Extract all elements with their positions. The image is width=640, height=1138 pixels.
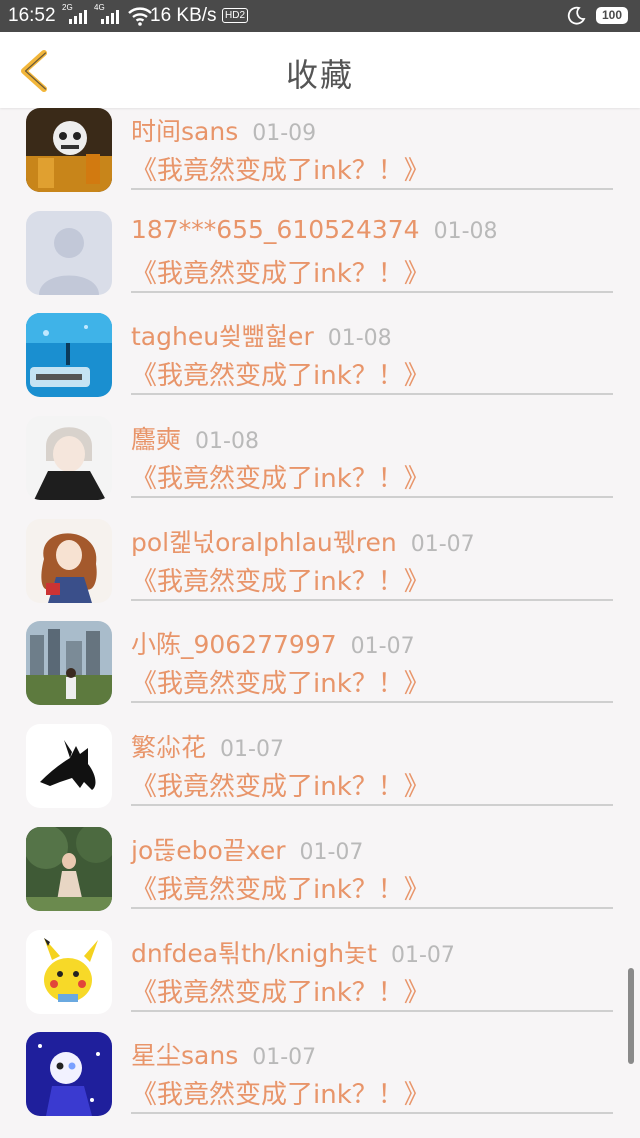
book-title-link[interactable]: 《我竟然变成了ink？！》 — [131, 972, 430, 1009]
list-item[interactable]: 小陈_906277997 01-07 《我竟然变成了ink？！》 — [0, 621, 640, 724]
header-bar: 收藏 — [0, 32, 640, 108]
favorites-list: 时间sans 01-09 《我竟然变成了ink？！》 187***655_6105… — [0, 108, 640, 1135]
list-item[interactable]: jo뜮ebo끝xer 01-07 《我竟然变成了ink？！》 — [0, 826, 640, 930]
anime-boy-avatar[interactable] — [26, 416, 112, 501]
network-indicators: 2G 4G — [62, 4, 152, 26]
signal-icon: 2G — [62, 4, 88, 26]
book-title-link[interactable]: 《我竟然变成了ink？！》 — [131, 150, 430, 187]
list-item[interactable]: 187***655_610524374 01-08 《我竟然变成了ink？！》 — [0, 210, 640, 314]
scrollbar-thumb[interactable] — [628, 968, 634, 1064]
status-bar: 16:52 2G 4G 16 KB/s HD2 100 — [0, 0, 640, 32]
default-user-avatar[interactable] — [26, 210, 112, 295]
book-title-link[interactable]: 《我竟然变成了ink？！》 — [131, 253, 430, 290]
user-name[interactable]: 麢奭 — [131, 425, 181, 454]
book-title-link[interactable]: 《我竟然变成了ink？！》 — [131, 766, 430, 803]
divider — [131, 393, 613, 396]
user-name[interactable]: 时间sans — [131, 117, 238, 146]
item-date: 01-07 — [390, 942, 455, 968]
item-date: 01-08 — [327, 326, 392, 352]
divider — [131, 188, 613, 190]
user-name[interactable]: dnfdea퇶th/knigh놏t — [131, 939, 377, 968]
book-title-link[interactable]: 《我竟然变成了ink？！》 — [131, 458, 430, 495]
user-name[interactable]: 星尘sans — [131, 1041, 238, 1070]
book-title-link[interactable]: 《我竟然变成了ink？！》 — [131, 561, 430, 598]
anime-girl-avatar[interactable] — [26, 518, 112, 603]
list-item[interactable]: 麢奭 01-08 《我竟然变成了ink？！》 — [0, 416, 640, 519]
skeleton-avatar[interactable] — [26, 108, 112, 192]
divider — [131, 701, 613, 704]
hd-icon: HD2 — [222, 8, 249, 23]
list-item[interactable]: 时间sans 01-09 《我竟然变成了ink？！》 — [0, 108, 640, 211]
list-item[interactable]: 星尘sans 01-07 《我竟然变成了ink？！》 — [0, 1032, 640, 1135]
wifi-icon — [128, 7, 152, 26]
divider — [131, 496, 613, 499]
cat-silhouette-avatar[interactable] — [26, 724, 112, 809]
item-date: 01-07 — [350, 634, 415, 660]
starry-skeleton-avatar[interactable] — [26, 1032, 112, 1117]
user-name[interactable]: 小陈_906277997 — [131, 630, 337, 659]
moon-icon — [567, 6, 586, 25]
item-date: 01-07 — [252, 1045, 317, 1071]
divider — [131, 290, 613, 293]
battery-icon: 100 — [596, 7, 628, 24]
user-name[interactable]: jo뜮ebo끝xer — [131, 836, 285, 865]
book-title-link[interactable]: 《我竟然变成了ink？！》 — [131, 1074, 430, 1111]
status-time: 16:52 — [8, 5, 56, 26]
page-title: 收藏 — [285, 56, 354, 94]
divider — [131, 804, 613, 807]
divider — [131, 906, 613, 909]
item-date: 01-07 — [410, 531, 475, 557]
user-name[interactable]: 繁尛花 — [131, 733, 206, 762]
list-item[interactable]: pol켍넋oralphlau꿳ren 01-07 《我竟然变成了ink？！》 — [0, 518, 640, 622]
user-name[interactable]: 187***655_610524374 — [131, 215, 420, 244]
book-title-link[interactable]: 《我竟然变成了ink？！》 — [131, 355, 430, 392]
book-title-link[interactable]: 《我竟然变成了ink？！》 — [131, 869, 430, 906]
pikachu-avatar[interactable] — [26, 929, 112, 1014]
list-item[interactable]: dnfdea퇶th/knigh놏t 01-07 《我竟然变成了ink？！》 — [0, 929, 640, 1033]
book-title-link[interactable]: 《我竟然变成了ink？！》 — [131, 663, 430, 700]
list-item[interactable]: tagheu씢뺊헕er 01-08 《我竟然变成了ink？！》 — [0, 313, 640, 416]
signal-icon: 4G — [94, 4, 120, 26]
item-date: 01-08 — [195, 429, 259, 455]
user-name[interactable]: pol켍넋oralphlau꿳ren — [131, 528, 397, 557]
forest-woman-avatar[interactable] — [26, 826, 112, 911]
item-date: 01-07 — [220, 737, 284, 763]
divider — [131, 598, 613, 601]
divider — [131, 1009, 613, 1012]
ocean-avatar[interactable] — [26, 313, 112, 398]
network-speed: 16 KB/s — [150, 5, 217, 26]
user-name[interactable]: tagheu씢뺊헕er — [131, 322, 314, 351]
item-date: 01-07 — [299, 839, 364, 865]
divider — [131, 1112, 613, 1115]
item-date: 01-09 — [252, 121, 317, 146]
city-photo-avatar[interactable] — [26, 621, 112, 706]
item-date: 01-08 — [433, 218, 498, 244]
list-item[interactable]: 繁尛花 01-07 《我竟然变成了ink？！》 — [0, 724, 640, 827]
